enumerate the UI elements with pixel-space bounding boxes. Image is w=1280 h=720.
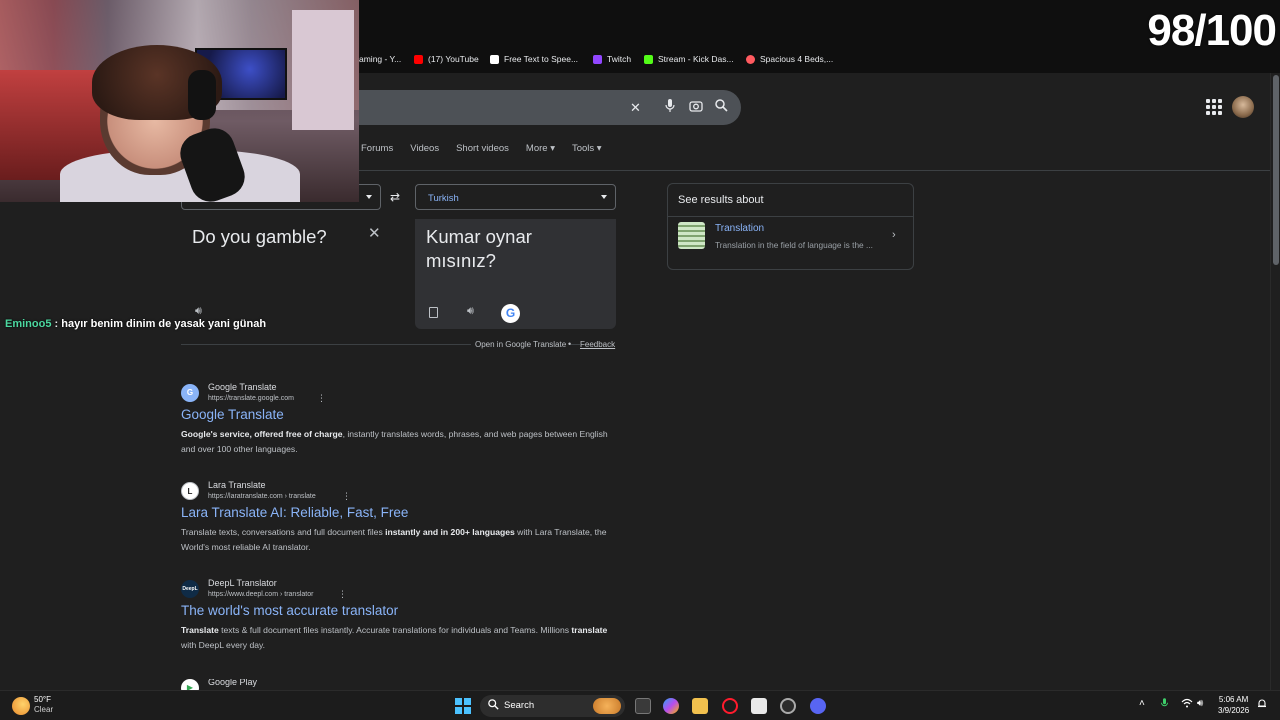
translation-thumbnail — [678, 222, 705, 249]
clock-date: 3/9/2026 — [1218, 706, 1250, 715]
entity-title: Translation — [715, 223, 765, 234]
search-highlight-icon — [593, 698, 621, 714]
chat-text: hayır benim dinim de yasak yani günah — [61, 318, 267, 330]
volume-icon[interactable]: 🔊︎ — [1197, 698, 1203, 709]
search-result: ▶ Google Play — [181, 679, 381, 690]
translation-output-panel: Kumar oynar mısınız? 🔊︎ G — [415, 219, 616, 329]
result-snippet: Translate texts & full document files in… — [181, 625, 608, 650]
chevron-right-icon: › — [892, 229, 896, 241]
more-options-icon[interactable]: ⋮ — [338, 589, 347, 600]
panel-divider — [668, 216, 913, 217]
windows-taskbar: 50°F Clear Search ˄ 🔊︎ 5:06 AM 3/9/2026 — [0, 690, 1280, 720]
avatar[interactable] — [1232, 96, 1254, 118]
source-text[interactable]: Do you gamble? — [192, 226, 327, 248]
obs-icon[interactable] — [780, 698, 796, 714]
microphone-icon[interactable] — [1160, 698, 1169, 712]
score-counter: 98/100 — [1147, 6, 1277, 55]
result-site-name: Google Play — [208, 679, 258, 687]
tab-more[interactable]: More ▾ — [526, 143, 555, 154]
translated-text: Kumar oynar mısınız? — [426, 226, 532, 271]
discord-icon[interactable] — [810, 698, 826, 714]
file-explorer-icon[interactable] — [692, 698, 708, 714]
copilot-icon[interactable] — [663, 698, 679, 714]
entity-description: Translation in the field of language is … — [715, 240, 873, 250]
chat-message: Eminoo5 : hayır benim dinim de yasak yan… — [5, 318, 266, 330]
result-title-link[interactable]: The world's most accurate translator — [181, 603, 398, 618]
twitch-icon — [593, 54, 602, 64]
separator-dot: • — [568, 339, 572, 349]
clock-time: 5:06 AM — [1218, 695, 1249, 704]
chevron-up-icon[interactable]: ˄ — [1139, 698, 1145, 709]
google-g-icon[interactable]: G — [501, 304, 520, 323]
result-url: https://translate.google.com — [208, 395, 294, 402]
search-input[interactable]: ✕ — [359, 90, 741, 125]
result-site-name: Google Translate — [208, 382, 277, 392]
camera-icon[interactable] — [687, 99, 704, 116]
panel-heading: See results about — [678, 194, 764, 206]
search-icon — [488, 699, 499, 713]
opera-gx-icon[interactable] — [722, 698, 738, 714]
tab-tools[interactable]: Tools ▾ — [572, 143, 602, 154]
result-url: https://www.deepl.com › translator — [208, 591, 314, 598]
result-title-link[interactable]: Google Translate — [181, 407, 284, 422]
speaker-icon[interactable]: 🔊︎ — [195, 305, 202, 318]
wifi-icon[interactable] — [1181, 698, 1193, 711]
bookmark-youtube[interactable]: (17) YouTube — [414, 54, 479, 64]
more-options-icon[interactable]: ⋮ — [317, 393, 326, 404]
bookmark-youtube-gaming[interactable]: aming - Y... — [359, 54, 401, 64]
weather-moon-icon[interactable] — [12, 697, 30, 715]
copy-icon[interactable] — [429, 307, 438, 318]
close-icon[interactable]: ✕ — [627, 99, 644, 116]
taskbar-search-box[interactable]: Search — [480, 695, 625, 717]
swap-languages-icon[interactable]: ⇄ — [390, 190, 400, 204]
target-language-select[interactable]: Turkish — [415, 184, 616, 210]
bookmark-twitch[interactable]: Twitch — [593, 54, 631, 64]
tab-short-videos[interactable]: Short videos — [456, 143, 509, 154]
speaker-icon[interactable]: 🔊︎ — [467, 305, 474, 318]
apps-grid-icon[interactable] — [1206, 99, 1222, 115]
search-icon[interactable] — [713, 99, 730, 116]
webcam-overlay — [0, 0, 359, 202]
notifications-icon[interactable] — [1257, 698, 1267, 712]
airbnb-icon — [746, 54, 755, 64]
see-results-about-panel: See results about Translation Translatio… — [667, 183, 914, 270]
kick-icon — [644, 54, 653, 64]
page-scrollbar[interactable] — [1270, 73, 1280, 690]
deepl-icon: DeepL — [181, 580, 199, 598]
search-nav-tabs: Forums Videos Short videos More ▾ Tools … — [361, 143, 619, 154]
result-site-name: DeepL Translator — [208, 578, 277, 588]
chat-username: Eminoo5 — [5, 318, 52, 330]
result-snippet: Google's service, offered free of charge… — [181, 429, 608, 454]
chevron-down-icon — [366, 195, 372, 199]
microphone-icon[interactable] — [661, 99, 678, 116]
google-translate-icon: G — [181, 384, 199, 402]
bookmark-free-text-to-speech[interactable]: Free Text to Spee... — [490, 54, 578, 64]
tab-forums[interactable]: Forums — [361, 143, 393, 154]
result-url: https://laratranslate.com › translate — [208, 493, 316, 500]
chat-separator: : — [54, 318, 59, 330]
result-site-name: Lara Translate — [208, 480, 266, 490]
weather-condition[interactable]: Clear — [34, 705, 53, 714]
windows-start-icon[interactable] — [455, 698, 471, 714]
microsoft-store-icon[interactable] — [751, 698, 767, 714]
taskbar-search-label: Search — [504, 700, 535, 711]
open-in-google-translate-link[interactable]: Open in Google Translate — [471, 340, 571, 349]
bookmark-kick[interactable]: Stream - Kick Das... — [644, 54, 734, 64]
more-options-icon[interactable]: ⋮ — [342, 491, 351, 502]
youtube-icon — [414, 54, 423, 64]
close-icon[interactable]: ✕ — [368, 224, 381, 242]
clock[interactable]: 5:06 AM 3/9/2026 — [1218, 694, 1249, 716]
task-view-icon[interactable] — [635, 698, 651, 714]
bookmark-airbnb[interactable]: Spacious 4 Beds,... — [746, 54, 833, 64]
google-play-icon: ▶ — [181, 679, 199, 690]
tab-videos[interactable]: Videos — [410, 143, 439, 154]
scrollbar-thumb[interactable] — [1273, 75, 1279, 265]
result-title-link[interactable]: Lara Translate AI: Reliable, Fast, Free — [181, 505, 408, 520]
result-snippet: Translate texts, conversations and full … — [181, 527, 607, 552]
tts-icon — [490, 54, 499, 64]
feedback-link[interactable]: Feedback — [580, 340, 618, 349]
weather-temperature[interactable]: 50°F — [34, 695, 51, 704]
lara-translate-icon: L — [181, 482, 199, 500]
chevron-down-icon — [601, 195, 607, 199]
